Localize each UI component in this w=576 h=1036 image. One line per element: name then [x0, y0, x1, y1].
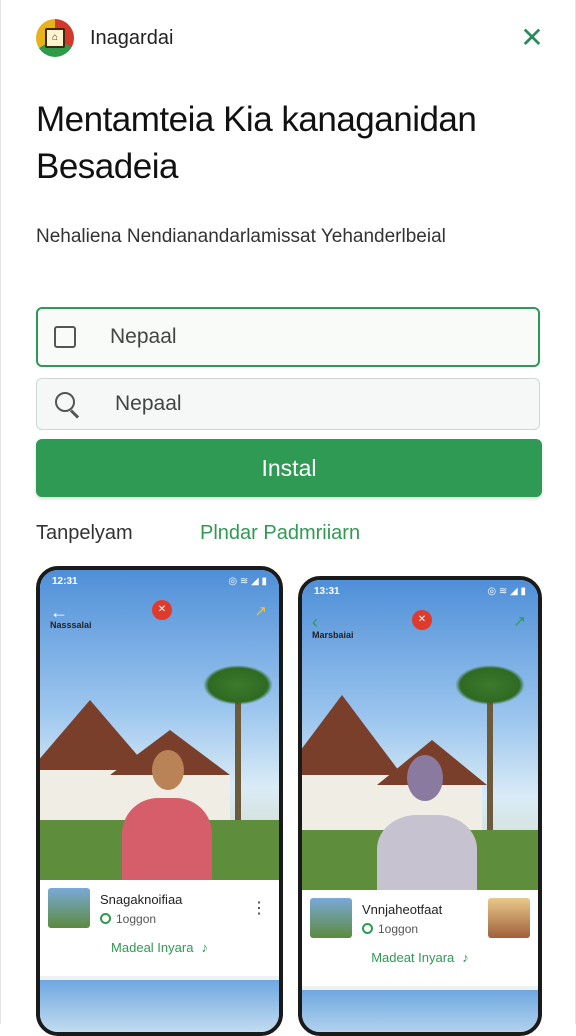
close-icon[interactable]: ✕ — [518, 24, 546, 52]
village-scene-image: 13:31 ◎ ≋ ◢ ▮ ‹ Marsbaiai ✕ ↗ — [302, 580, 538, 900]
status-icons: ◎ ≋ ◢ ▮ — [228, 576, 267, 587]
video-meta: 1oggon — [100, 912, 156, 926]
more-options-icon[interactable]: ⋮ — [251, 898, 267, 918]
music-icon: ♪ — [462, 950, 469, 965]
next-scene-image — [302, 990, 538, 1032]
video-title: Vnnjaheotfaat — [362, 902, 443, 917]
checkbox-icon[interactable] — [54, 326, 76, 348]
secondary-thumbnail — [488, 898, 530, 938]
video-title: Snagaknoifiaa — [100, 892, 183, 907]
install-button[interactable]: Instal — [36, 439, 542, 497]
music-icon: ♪ — [201, 940, 208, 955]
search-icon — [53, 390, 81, 419]
checkbox-field[interactable]: Nepaal — [36, 307, 540, 367]
card-action-button[interactable]: Madeal Inyara ♪ — [40, 940, 279, 955]
share-icon[interactable]: ↗ — [254, 602, 267, 620]
app-logo-icon: ⌂ — [36, 19, 74, 57]
tab-second[interactable]: Plndar Padmriiarn — [200, 522, 360, 545]
screen-label: Marsbaiai — [312, 630, 354, 640]
card-action-label: Madeat Inyara — [371, 950, 455, 965]
app-header: ⌂ Inagardai ✕ — [36, 18, 546, 58]
card-action-button[interactable]: Madeat Inyara ♪ — [302, 950, 538, 965]
status-time: 12:31 — [52, 576, 78, 587]
card-action-label: Madeal Inyara — [111, 940, 194, 955]
tab-first[interactable]: Tanpelyam — [36, 522, 133, 545]
screen-label: Nasssalai — [50, 620, 92, 630]
left-border — [0, 0, 1, 1024]
app-name: Inagardai — [90, 26, 174, 49]
status-time: 13:31 — [314, 586, 340, 597]
video-thumbnail — [48, 888, 90, 928]
video-meta-text: 1oggon — [116, 912, 157, 926]
logo-glyph: ⌂ — [45, 28, 65, 48]
screenshot-phone-1[interactable]: 12:31 ◎ ≋ ◢ ▮ ← Nasssalai ✕ ↗ Snagaknoif… — [36, 566, 283, 1036]
page-title: Mentamteia Kia kanaganidan Besadeia — [36, 100, 477, 186]
village-scene-image: 12:31 ◎ ≋ ◢ ▮ ← Nasssalai ✕ ↗ — [40, 570, 279, 888]
status-dot-icon — [100, 913, 111, 924]
video-card[interactable]: Snagaknoifiaa 1oggon ⋮ Madeal Inyara ♪ — [40, 880, 279, 976]
record-icon[interactable]: ✕ — [412, 610, 432, 630]
screenshot-phone-2[interactable]: 13:31 ◎ ≋ ◢ ▮ ‹ Marsbaiai ✕ ↗ Vnnjaheotf… — [298, 576, 542, 1036]
search-field[interactable]: Nepaal — [36, 378, 540, 430]
checkbox-field-text[interactable]: Nepaal — [110, 325, 490, 349]
share-icon[interactable]: ↗ — [513, 612, 526, 630]
video-meta-text: 1oggon — [378, 922, 419, 936]
next-scene-image — [40, 980, 279, 1032]
status-dot-icon — [362, 923, 373, 934]
page-subtitle: Nehaliena Nendianandarlamissat Yehanderl… — [36, 226, 446, 247]
search-input[interactable]: Nepaal — [115, 392, 495, 416]
video-card[interactable]: Vnnjaheotfaat 1oggon Madeat Inyara ♪ — [302, 890, 538, 986]
record-icon[interactable]: ✕ — [152, 600, 172, 620]
video-meta: 1oggon — [362, 922, 418, 936]
status-icons: ◎ ≋ ◢ ▮ — [487, 586, 526, 597]
video-thumbnail — [310, 898, 352, 938]
